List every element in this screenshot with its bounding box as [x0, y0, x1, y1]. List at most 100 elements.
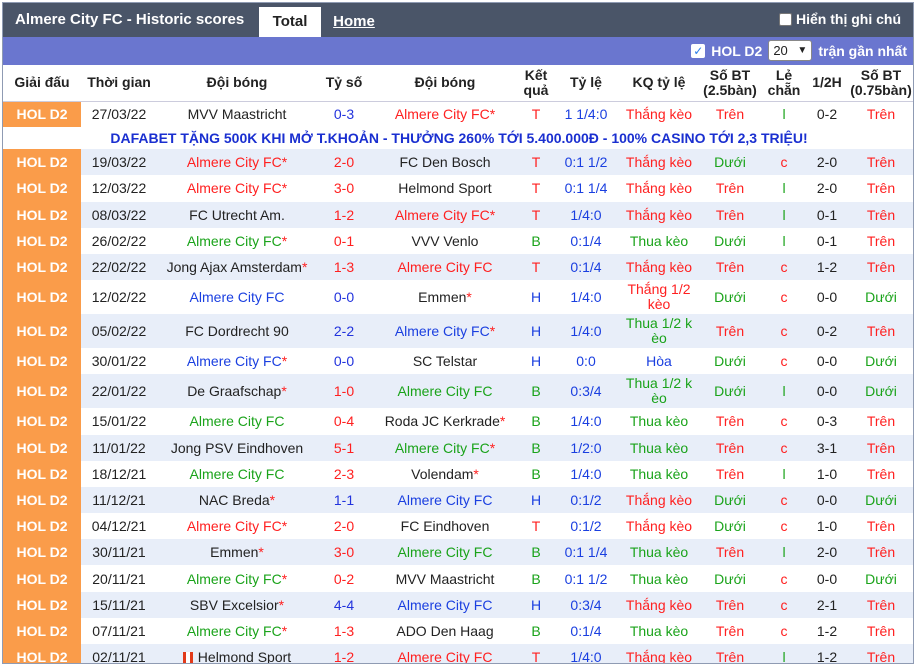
league-cell[interactable]: HOL D2 — [3, 253, 81, 281]
score-cell[interactable]: 3-0 — [317, 539, 371, 566]
match-count-select[interactable]: 20 ▼ — [768, 40, 813, 61]
odd-even-cell: l — [761, 175, 807, 202]
home-team-name[interactable]: Almere City FC — [190, 466, 285, 482]
home-team-name[interactable]: Jong Ajax Amsterdam — [167, 259, 302, 275]
away-team-name[interactable]: Almere City FC — [395, 323, 490, 339]
league-cell[interactable]: HOL D2 — [3, 374, 81, 409]
show-notes-checkbox[interactable] — [779, 12, 792, 26]
league-cell[interactable]: HOL D2 — [3, 486, 81, 514]
score-cell[interactable]: 1-0 — [317, 374, 371, 409]
home-team-name[interactable]: Almere City FC — [190, 289, 285, 305]
league-cell[interactable]: HOL D2 — [3, 513, 81, 540]
away-team-name[interactable]: Almere City FC — [395, 106, 490, 122]
league-cell[interactable]: HOL D2 — [3, 280, 81, 315]
score-cell[interactable]: 1-3 — [317, 253, 371, 281]
home-team-name[interactable]: FC Utrecht Am. — [189, 207, 285, 223]
home-team-name[interactable]: Almere City FC — [187, 353, 282, 369]
home-team-name[interactable]: Jong PSV Eindhoven — [171, 440, 303, 456]
score-cell[interactable]: 2-0 — [317, 149, 371, 176]
away-team-name[interactable]: Volendam — [411, 466, 473, 482]
away-team-name[interactable]: Roda JC Kerkrade — [385, 413, 500, 429]
tab-total[interactable]: Total — [259, 7, 321, 37]
home-team-name[interactable]: Almere City FC — [187, 518, 282, 534]
league-cell[interactable]: HOL D2 — [3, 348, 81, 375]
tab-home[interactable]: Home — [325, 7, 383, 37]
league-cell[interactable]: HOL D2 — [3, 149, 81, 176]
home-team-name[interactable]: De Graafschap — [187, 383, 281, 399]
table-row: HOL D2 22/02/22 Jong Ajax Amsterdam* 1-3 Alm… — [3, 253, 913, 281]
away-team-name[interactable]: Almere City FC — [398, 492, 493, 508]
away-team-name[interactable]: Almere City FC — [398, 544, 493, 560]
away-team-name[interactable]: Almere City FC — [398, 597, 493, 613]
result-cell: B — [519, 565, 553, 592]
promo-banner-link[interactable]: DAFABET TẶNG 500K KHI MỞ T.KHOẢN - THƯỞN… — [3, 127, 913, 150]
league-cell[interactable]: HOL D2 — [3, 314, 81, 349]
away-team-name[interactable]: Almere City FC — [398, 383, 493, 399]
away-team-name[interactable]: Emmen — [418, 289, 466, 305]
away-team-name[interactable]: Almere City FC — [398, 259, 493, 275]
odds-result-cell: Thắng kèo — [619, 175, 699, 202]
league-cell[interactable]: HOL D2 — [3, 408, 81, 435]
away-team-name[interactable]: SC Telstar — [413, 353, 477, 369]
home-team-name[interactable]: Almere City FC — [187, 623, 282, 639]
league-cell[interactable]: HOL D2 — [3, 434, 81, 461]
home-team-name[interactable]: Helmond Sport — [198, 649, 291, 663]
away-team-name[interactable]: ADO Den Haag — [396, 623, 493, 639]
score-cell[interactable]: 5-1 — [317, 434, 371, 461]
away-team-name[interactable]: FC Eindhoven — [401, 518, 490, 534]
table-row: HOL D2 20/11/21 Almere City FC* 0-2 MVV Maas… — [3, 565, 913, 592]
show-notes-toggle[interactable]: Hiển thị ghi chú — [779, 11, 901, 27]
away-team-name[interactable]: Helmond Sport — [398, 180, 491, 196]
league-cell[interactable]: HOL D2 — [3, 101, 81, 128]
away-team-name[interactable]: Almere City FC — [398, 649, 493, 663]
odd-even-cell: l — [761, 227, 807, 254]
score-cell[interactable]: 0-3 — [317, 101, 371, 128]
home-team-name[interactable]: Emmen — [210, 544, 258, 560]
score-cell[interactable]: 1-1 — [317, 486, 371, 514]
league-cell[interactable]: HOL D2 — [3, 539, 81, 566]
league-cell[interactable]: HOL D2 — [3, 460, 81, 487]
league-cell[interactable]: HOL D2 — [3, 175, 81, 202]
home-team-cell: Almere City FC* — [157, 149, 317, 176]
home-team-name[interactable]: SBV Excelsior — [190, 597, 279, 613]
away-team-name[interactable]: MVV Maastricht — [396, 571, 495, 587]
league-cell[interactable]: HOL D2 — [3, 565, 81, 592]
league-cell[interactable]: HOL D2 — [3, 227, 81, 254]
league-cell[interactable]: HOL D2 — [3, 617, 81, 644]
score-cell[interactable]: 1-3 — [317, 617, 371, 644]
result-cell: B — [519, 617, 553, 644]
score-cell[interactable]: 1-2 — [317, 201, 371, 228]
league-filter-checkbox[interactable]: ✓ — [691, 43, 706, 58]
away-team-name[interactable]: FC Den Bosch — [399, 154, 490, 170]
score-cell[interactable]: 2-3 — [317, 460, 371, 487]
result-cell: T — [519, 175, 553, 202]
score-cell[interactable]: 0-2 — [317, 565, 371, 592]
score-cell[interactable]: 0-1 — [317, 227, 371, 254]
away-team-name[interactable]: VVV Venlo — [412, 233, 479, 249]
score-cell[interactable]: 1-2 — [317, 644, 371, 663]
score-cell[interactable]: 4-4 — [317, 591, 371, 618]
first-half-cell: 0-3 — [807, 408, 847, 435]
away-team-name[interactable]: Almere City FC — [395, 207, 490, 223]
first-half-cell: 1-0 — [807, 513, 847, 540]
odd-even-cell: c — [761, 348, 807, 375]
home-team-name[interactable]: Almere City FC — [187, 571, 282, 587]
home-team-name[interactable]: Almere City FC — [187, 180, 282, 196]
league-cell[interactable]: HOL D2 — [3, 591, 81, 618]
score-cell[interactable]: 3-0 — [317, 175, 371, 202]
league-cell[interactable]: HOL D2 — [3, 644, 81, 663]
home-team-name[interactable]: MVV Maastricht — [188, 106, 287, 122]
score-cell[interactable]: 2-0 — [317, 513, 371, 540]
league-cell[interactable]: HOL D2 — [3, 201, 81, 228]
score-cell[interactable]: 0-0 — [317, 348, 371, 375]
away-team-name[interactable]: Almere City FC — [395, 440, 490, 456]
score-cell[interactable]: 0-0 — [317, 280, 371, 315]
score-cell[interactable]: 0-4 — [317, 408, 371, 435]
home-team-name[interactable]: FC Dordrecht 90 — [185, 323, 288, 339]
odds-result-cell: Thắng 1/2 kèo — [619, 280, 699, 315]
home-team-name[interactable]: Almere City FC — [187, 154, 282, 170]
home-team-name[interactable]: NAC Breda — [199, 492, 270, 508]
score-cell[interactable]: 2-2 — [317, 314, 371, 349]
home-team-name[interactable]: Almere City FC — [190, 413, 285, 429]
home-team-name[interactable]: Almere City FC — [187, 233, 282, 249]
